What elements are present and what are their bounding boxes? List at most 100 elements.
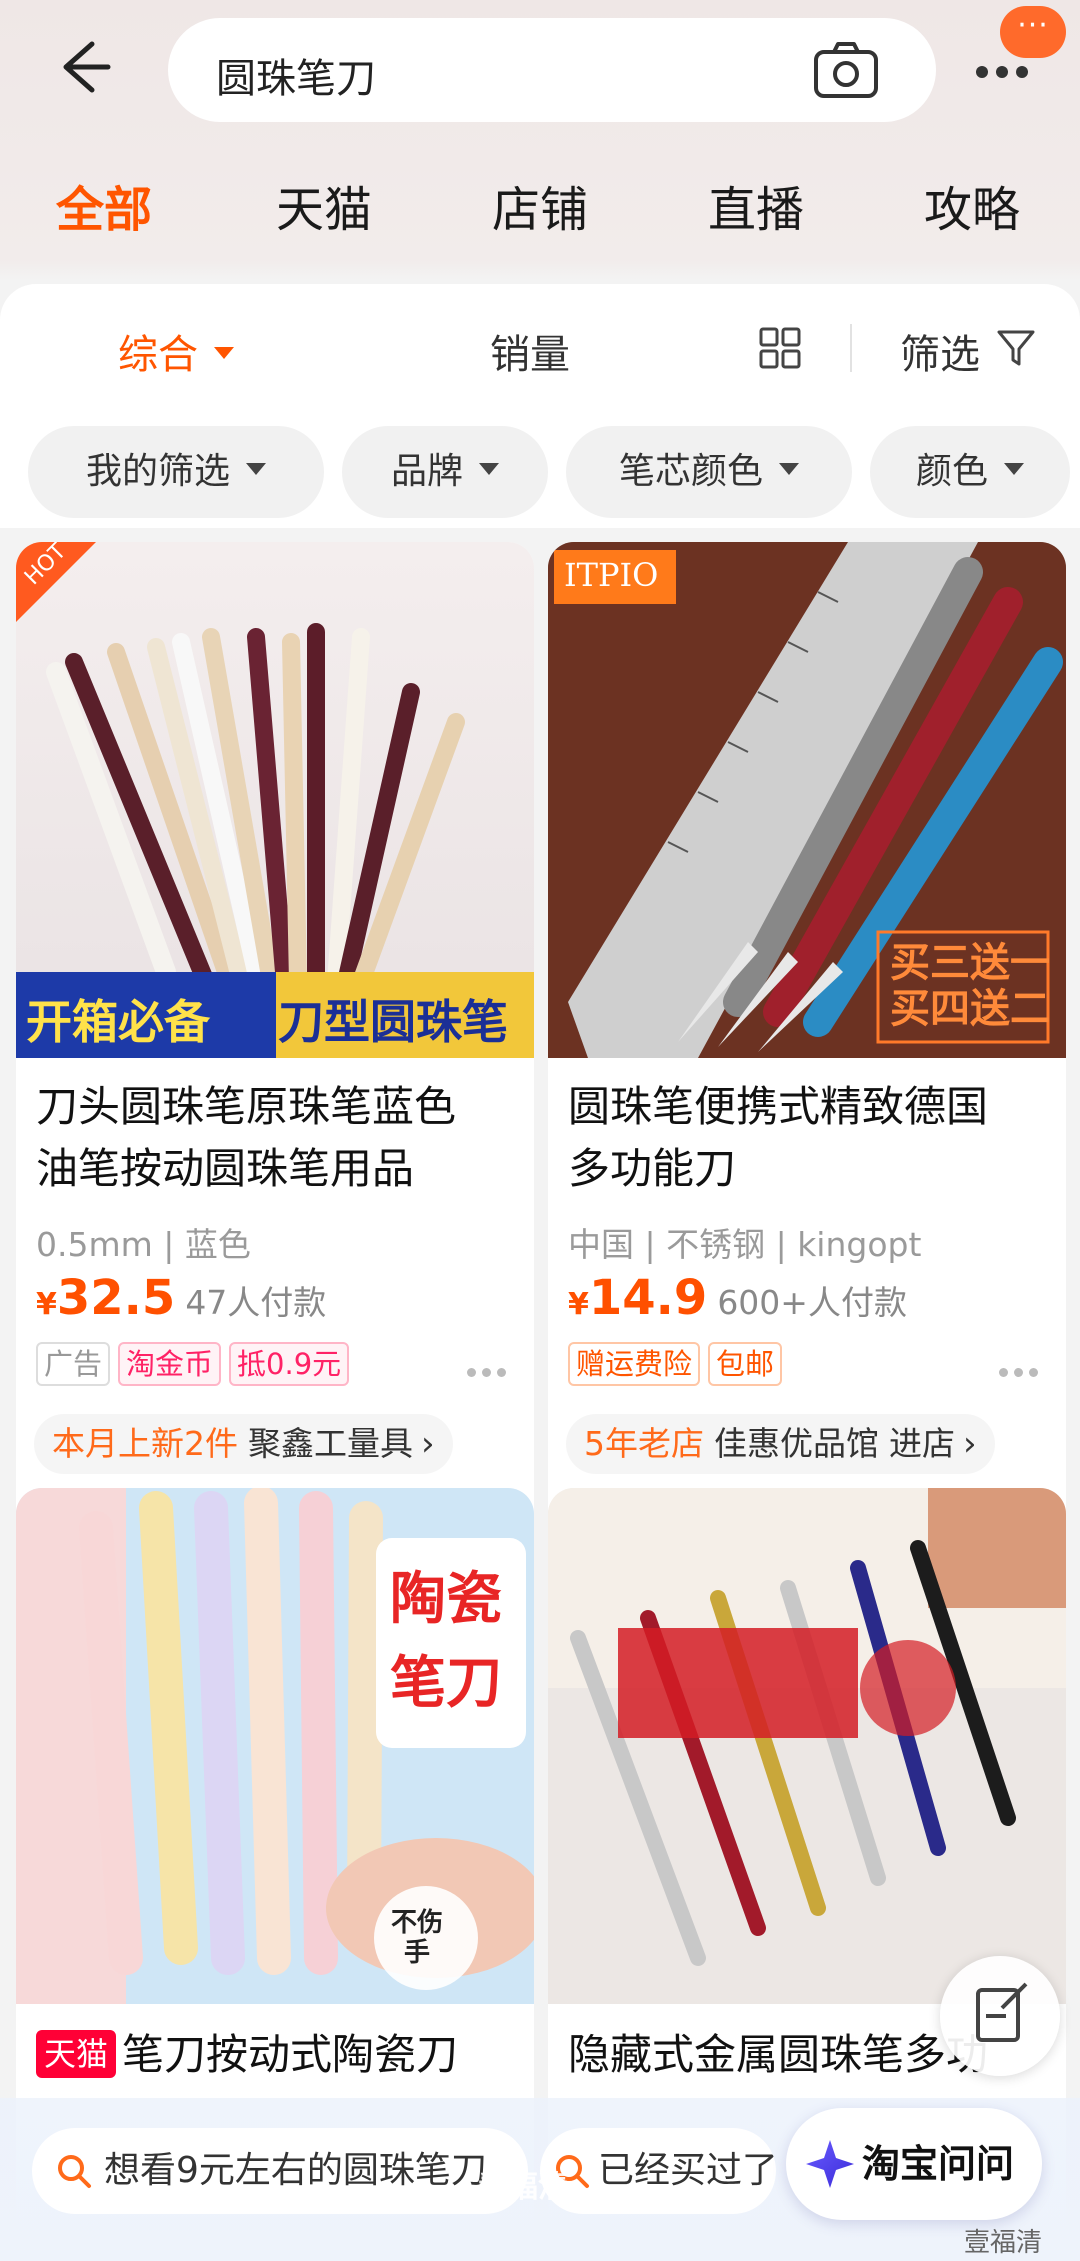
coin-tag: 淘金币: [118, 1342, 222, 1386]
feedback-button[interactable]: [940, 1956, 1060, 2076]
sort-overall[interactable]: 综合: [118, 322, 234, 380]
brand-badge: ITPIO: [564, 556, 659, 594]
shop-link[interactable]: 本月上新2件 聚鑫工量具 ›: [34, 1414, 453, 1474]
chip-my-filter[interactable]: 我的筛选: [28, 426, 324, 518]
chip-color[interactable]: 颜色: [870, 426, 1070, 518]
account-watermark: 壹福清: [964, 2228, 1043, 2258]
product-title[interactable]: 刀头圆珠笔原珠笔蓝色 油笔按动圆珠笔用品: [36, 1076, 524, 1200]
suggestion-text: 已经买过了: [598, 2150, 776, 2191]
caret-down-icon: [479, 463, 499, 475]
tab-guides[interactable]: 攻略: [924, 170, 1020, 250]
promo-label: 买三送一 买四送二: [890, 940, 1050, 1032]
product-price: 32.5: [56, 1270, 176, 1326]
tmall-badge: 天猫: [36, 2030, 117, 2078]
product-title-line: 圆珠笔便携式精致德国: [568, 1082, 989, 1131]
currency-symbol: ¥: [36, 1287, 57, 1322]
message-badge[interactable]: ···: [1000, 6, 1066, 58]
search-input[interactable]: 圆珠笔刀: [168, 18, 936, 122]
search-query: 圆珠笔刀: [216, 56, 376, 102]
product-spec: 0.5mm | 蓝色: [36, 1225, 251, 1264]
suggestion-bar: 想看9元左右的圆珠笔刀 已经买过了 淘宝问问 看福清 壹福清: [0, 2098, 1080, 2261]
tab-tmall[interactable]: 天猫: [276, 170, 372, 250]
product-tags: 赠运费险 包邮: [568, 1342, 790, 1386]
price-row: ¥14.9 600+人付款: [568, 1270, 907, 1330]
ask-logo-icon: [806, 2140, 854, 2188]
sort-sales[interactable]: 销量: [490, 322, 570, 380]
chip-label: 颜色: [915, 451, 988, 492]
banner-right-text: 刀型圆珠笔: [278, 995, 508, 1049]
chip-label: 我的筛选: [85, 451, 230, 492]
watermark-text: 看福清: [478, 2170, 568, 2205]
product-title-line: 多功能刀: [568, 1144, 737, 1193]
ask-label: 淘宝问问: [862, 2142, 1015, 2186]
sort-bar: 综合 销量 筛选: [0, 284, 1080, 414]
banner-left-text: 开箱必备: [26, 995, 210, 1049]
back-arrow-icon[interactable]: [48, 32, 118, 102]
sort-overall-label: 综合: [118, 332, 198, 378]
filter-button[interactable]: 筛选: [900, 322, 980, 380]
shop-link[interactable]: 5年老店 佳惠优品馆 进店 ›: [566, 1414, 995, 1474]
chip-label: 笔芯颜色: [618, 451, 763, 492]
caret-down-icon: [779, 463, 799, 475]
pens-illustration: [16, 542, 534, 1058]
product-image[interactable]: ITPIO 买三送一 买四送二: [548, 542, 1066, 1058]
ad-tag: 广告: [36, 1342, 111, 1386]
more-dots-icon[interactable]: [461, 1362, 506, 1381]
product-tags: 广告 淘金币 抵0.9元: [36, 1342, 357, 1386]
product-image[interactable]: 陶瓷 笔刀 不伤手: [16, 1488, 534, 2004]
top-bar: 圆珠笔刀 ···: [0, 0, 1080, 150]
caret-down-icon: [1004, 463, 1024, 475]
product-price: 14.9: [588, 1270, 708, 1326]
product-image[interactable]: HOT 开箱必备 刀型圆珠笔: [16, 542, 534, 1058]
tab-all[interactable]: 全部: [56, 170, 152, 250]
product-title[interactable]: 圆珠笔便携式精致德国 多功能刀: [568, 1076, 1056, 1200]
suggestion-chip-2[interactable]: 已经买过了: [540, 2128, 776, 2214]
suggestion-text: 想看9元左右的圆珠笔刀: [104, 2150, 487, 2191]
taobao-ask-button[interactable]: 淘宝问问: [786, 2108, 1042, 2220]
grid-view-icon[interactable]: [758, 326, 802, 370]
image-headline: 陶瓷 笔刀: [390, 1558, 502, 1726]
chip-label: 品牌: [390, 451, 463, 492]
shop-highlight: 5年老店: [584, 1424, 704, 1463]
shop-name: 佳惠优品馆: [714, 1424, 879, 1463]
suggestion-chip-1[interactable]: 想看9元左右的圆珠笔刀: [32, 2128, 528, 2214]
shop-name: 聚鑫工量具: [248, 1424, 413, 1463]
results-panel: 综合 销量 筛选 我的筛选 品牌 笔芯颜色 颜色 HOT 开箱必备 刀型圆珠笔 …: [0, 284, 1080, 2261]
search-icon: [58, 2155, 91, 2188]
caret-down-icon: [214, 347, 234, 359]
product-title-line: 笔刀按动式陶瓷刀: [122, 2030, 459, 2079]
enter-shop-label: 进店: [889, 1424, 955, 1463]
price-row: ¥32.5 47人付款: [36, 1270, 326, 1330]
metal-pens-illustration: [548, 1488, 1066, 2004]
no-hurt-badge: 不伤手: [390, 1908, 443, 1968]
sales-count: 600+人付款: [717, 1283, 907, 1322]
chevron-right-icon: ›: [963, 1424, 977, 1464]
chevron-right-icon: ›: [421, 1424, 435, 1464]
chip-brand[interactable]: 品牌: [342, 426, 548, 518]
more-dots-icon[interactable]: [993, 1362, 1038, 1381]
image-headline-line: 笔刀: [390, 1651, 502, 1716]
filter-chips: 我的筛选 品牌 笔芯颜色 颜色: [0, 414, 1080, 528]
currency-symbol: ¥: [568, 1287, 589, 1322]
product-title-line: 油笔按动圆珠笔用品: [36, 1144, 415, 1193]
discount-tag: 抵0.9元: [229, 1342, 350, 1386]
promo-line: 买四送二: [890, 986, 1050, 1032]
insurance-tag: 赠运费险: [568, 1342, 701, 1386]
category-tabs: 全部 天猫 店铺 直播 攻略: [0, 170, 1080, 250]
sales-count: 47人付款: [185, 1283, 327, 1322]
shop-highlight: 本月上新2件: [52, 1424, 238, 1463]
product-title[interactable]: 天猫 笔刀按动式陶瓷刀: [36, 2024, 524, 2086]
funnel-icon[interactable]: [996, 328, 1036, 368]
tab-live[interactable]: 直播: [708, 170, 804, 250]
chip-refill-color[interactable]: 笔芯颜色: [566, 426, 852, 518]
sort-divider: [850, 324, 852, 372]
camera-icon[interactable]: [812, 40, 880, 100]
image-headline-line: 陶瓷: [390, 1567, 502, 1632]
product-image[interactable]: [548, 1488, 1066, 2004]
free-shipping-tag: 包邮: [708, 1342, 783, 1386]
edit-note-icon: [976, 1982, 1028, 2042]
caret-down-icon: [246, 463, 266, 475]
product-title-line: 刀头圆珠笔原珠笔蓝色: [36, 1082, 457, 1131]
tab-shops[interactable]: 店铺: [492, 170, 588, 250]
promo-line: 买三送一: [890, 940, 1050, 986]
